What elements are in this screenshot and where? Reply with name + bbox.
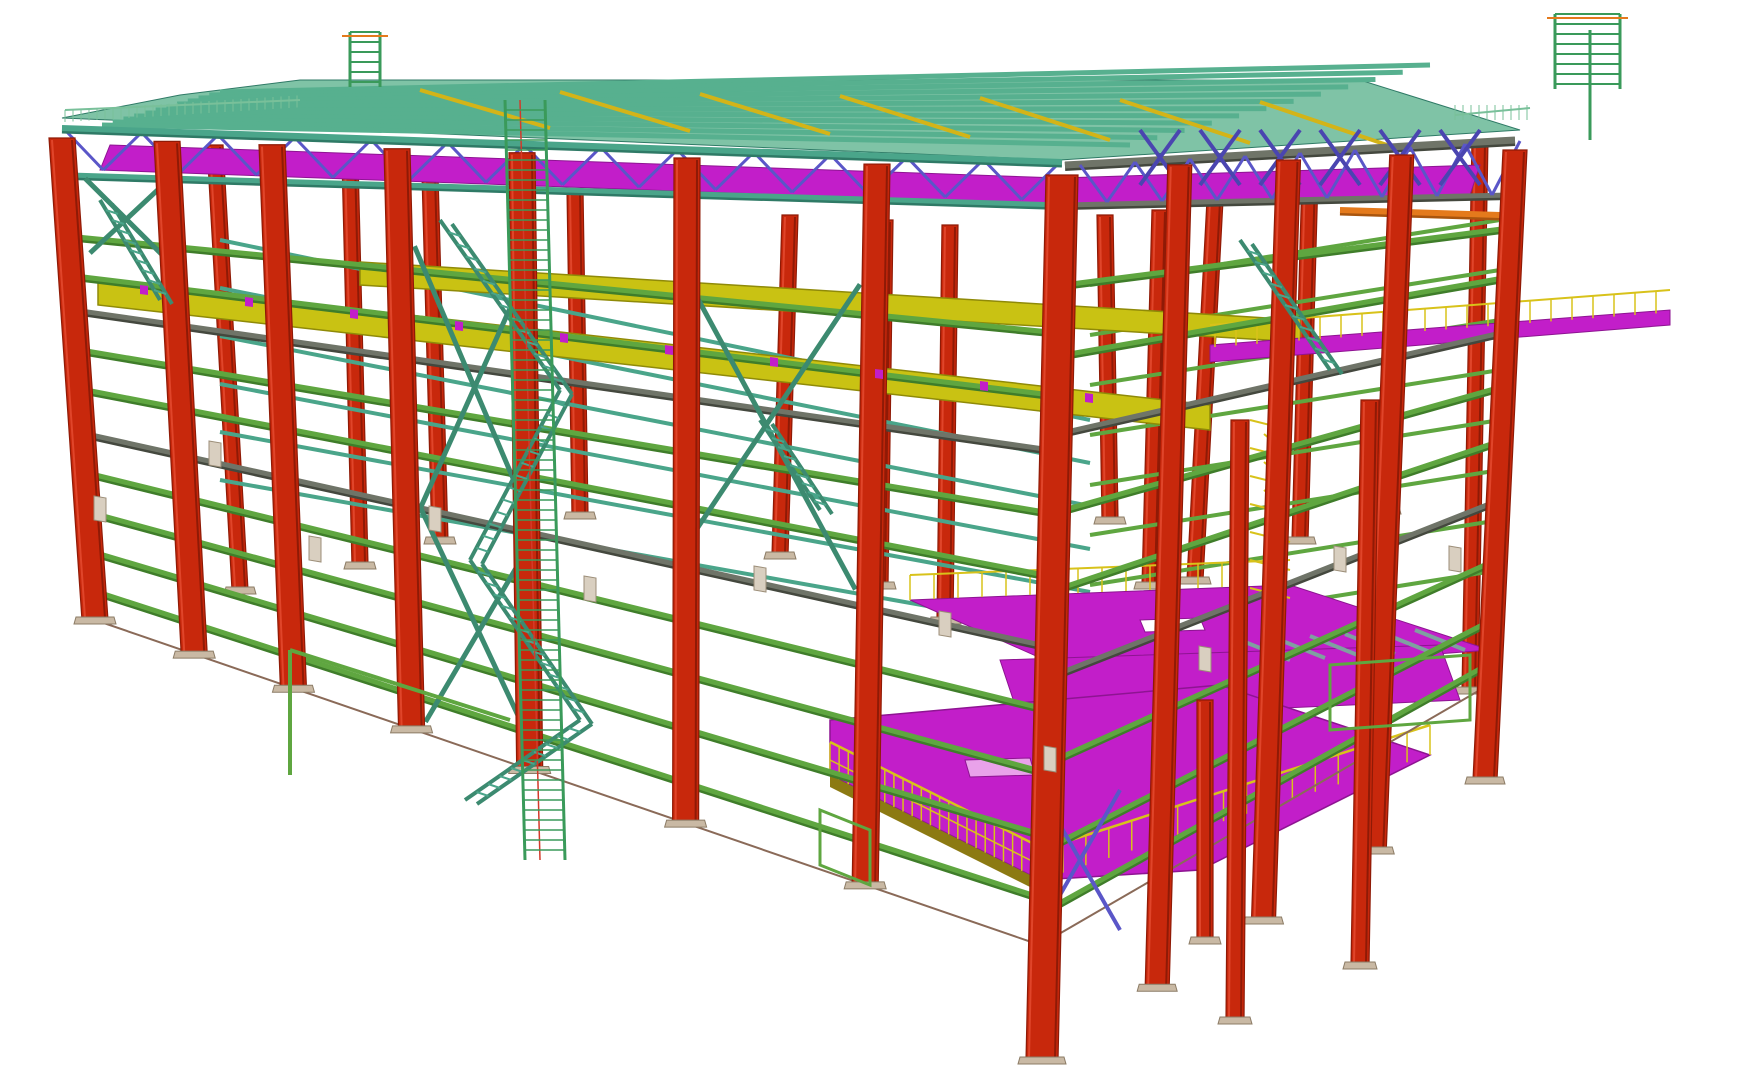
connection-plate-7 bbox=[938, 610, 952, 638]
connection-plate-2 bbox=[208, 440, 222, 468]
exterior-stair-flight-2-tread bbox=[495, 510, 509, 517]
exterior-stair-flight-2-tread bbox=[476, 546, 489, 553]
exterior-stair-flight-4-tread bbox=[476, 791, 489, 797]
platform-support-column-3-base-plate bbox=[1188, 936, 1222, 945]
lower-platform-deck bbox=[829, 684, 1432, 881]
crane-beam-cleat-3 bbox=[350, 309, 358, 319]
crane-beam-cleat-9 bbox=[980, 381, 988, 391]
back-column-2-base-plate bbox=[343, 561, 377, 570]
roof-purlin-7 bbox=[155, 106, 1267, 113]
crane-beam-cleat-8 bbox=[875, 369, 883, 379]
front-column-6-flange-shadow bbox=[694, 159, 698, 822]
back-column-5-base-plate bbox=[763, 551, 797, 560]
crane-beam-cleat-10 bbox=[1085, 393, 1093, 403]
exterior-stair-flight-2-tread bbox=[501, 498, 515, 505]
connection-plate-3 bbox=[308, 535, 322, 563]
back-column-4-base-plate bbox=[563, 511, 597, 520]
front-column-2-base-plate bbox=[172, 650, 216, 659]
connection-plate-4 bbox=[428, 505, 442, 533]
back-column-1 bbox=[206, 144, 257, 595]
crane-beam-cleat-2 bbox=[245, 297, 253, 307]
front-column-3-base-plate bbox=[271, 684, 316, 693]
connection-plate-1 bbox=[93, 495, 107, 523]
connection-plate-9 bbox=[1198, 645, 1212, 673]
right-column-2-base-plate bbox=[1242, 916, 1285, 925]
front-column-2 bbox=[153, 140, 216, 659]
connection-plate-8 bbox=[1043, 745, 1057, 773]
steel-structure-model bbox=[48, 13, 1671, 1065]
connection-plate-6 bbox=[753, 565, 767, 593]
crane-beam-cleat-1 bbox=[140, 285, 148, 295]
exterior-stair-flight-4-tread bbox=[499, 775, 512, 781]
front-column-1-base-plate bbox=[73, 616, 117, 625]
corner-column-base-plate bbox=[1017, 1056, 1067, 1065]
front-column-4-base-plate bbox=[389, 725, 434, 734]
front-column-6-base-plate bbox=[663, 819, 708, 828]
steel-structure-viewport bbox=[0, 0, 1764, 1080]
roof-access-tower-right bbox=[1547, 13, 1628, 89]
right-column-4-base-plate bbox=[1464, 776, 1506, 785]
front-column-6-flange-highlight bbox=[674, 159, 678, 822]
back-column-10-base-plate bbox=[1178, 576, 1212, 585]
crane-beam-cleat-7 bbox=[770, 357, 778, 367]
right-column-1-base-plate bbox=[1136, 983, 1178, 992]
back-column-8 bbox=[1093, 214, 1127, 525]
crane-beam-cleat-4 bbox=[455, 321, 463, 331]
exterior-stair-flight-2-tread bbox=[482, 534, 496, 541]
back-column-11-base-plate bbox=[1283, 536, 1317, 545]
platform-support-column-1-base-plate bbox=[1217, 1016, 1253, 1025]
crane-beam-cleat-5 bbox=[560, 333, 568, 343]
exterior-stair-flight-4-tread bbox=[487, 783, 501, 789]
front-column-3 bbox=[258, 144, 316, 693]
back-column-3-base-plate bbox=[423, 536, 457, 545]
exterior-stair-flight-4-tread bbox=[568, 727, 581, 733]
platform-support-column-2-base-plate bbox=[1342, 961, 1378, 970]
front-wall-girt-6 bbox=[81, 430, 1049, 650]
roof-access-tower-left bbox=[342, 31, 388, 87]
connection-plate-10 bbox=[1333, 545, 1347, 573]
crane-beam-cleat-6 bbox=[665, 345, 673, 355]
back-column-8-base-plate bbox=[1093, 516, 1127, 525]
connection-plate-11 bbox=[1448, 545, 1462, 573]
connection-plate-5 bbox=[583, 575, 597, 603]
